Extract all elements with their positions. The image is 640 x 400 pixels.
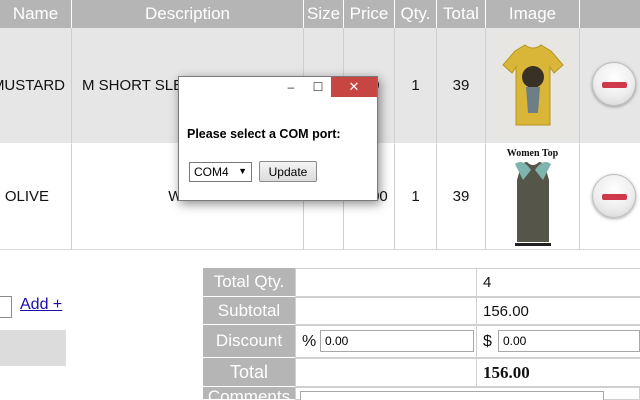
maximize-button[interactable]: ☐ bbox=[306, 78, 330, 96]
cell-qty: 1 bbox=[395, 144, 437, 250]
total-spacer bbox=[295, 358, 477, 387]
cell-qty: 1 bbox=[395, 28, 437, 144]
subtotal-value: 156.00 bbox=[476, 297, 640, 325]
product-image-mustard-tshirt bbox=[492, 32, 573, 139]
subtotal-label: Subtotal bbox=[203, 297, 295, 325]
cell-total: 39 bbox=[437, 144, 486, 250]
cell-image bbox=[486, 28, 580, 144]
header-price: Price bbox=[344, 0, 395, 28]
add-item-link[interactable]: Add + bbox=[20, 296, 62, 314]
remove-item-button[interactable] bbox=[592, 174, 636, 218]
add-quantity-input[interactable] bbox=[0, 296, 12, 318]
chevron-down-icon: ▼ bbox=[238, 166, 247, 176]
left-gray-panel bbox=[0, 330, 66, 366]
discount-label: Discount bbox=[203, 325, 295, 358]
total-value: 156.00 bbox=[476, 358, 640, 387]
total-qty-label: Total Qty. bbox=[203, 268, 295, 297]
product-image-olive-top: Women Top bbox=[492, 145, 573, 248]
com-port-selected-value: COM4 bbox=[194, 165, 229, 179]
total-qty-value: 4 bbox=[476, 268, 640, 297]
comments-input[interactable] bbox=[300, 391, 604, 400]
comments-label: Comments bbox=[203, 387, 295, 400]
cell-total: 39 bbox=[437, 28, 486, 144]
header-image: Image bbox=[486, 0, 580, 28]
total-qty-spacer bbox=[295, 268, 477, 297]
discount-dollar-input[interactable] bbox=[498, 330, 640, 352]
tshirt-icon bbox=[501, 43, 564, 125]
cell-image: Women Top bbox=[486, 144, 580, 250]
dollar-symbol: $ bbox=[483, 332, 492, 350]
com-port-select[interactable]: COM4 ▼ bbox=[189, 162, 252, 182]
image-caption: Women Top bbox=[506, 147, 559, 159]
header-description: Description bbox=[72, 0, 304, 28]
remove-item-button[interactable] bbox=[592, 62, 636, 106]
close-button[interactable]: ✕ bbox=[331, 77, 377, 97]
cell-name: OLIVE bbox=[0, 144, 72, 250]
header-actions bbox=[580, 0, 640, 28]
cell-remove bbox=[580, 144, 640, 250]
com-port-dialog: ‒ ☐ ✕ Please select a COM port: COM4 ▼ U… bbox=[178, 76, 378, 201]
header-name: Name bbox=[0, 0, 72, 28]
update-button[interactable]: Update bbox=[259, 161, 317, 182]
minimize-button[interactable]: ‒ bbox=[279, 78, 303, 96]
header-size: Size bbox=[304, 0, 344, 28]
subtotal-spacer bbox=[295, 297, 477, 325]
percent-symbol: % bbox=[302, 332, 317, 350]
discount-percent-input[interactable] bbox=[320, 330, 474, 352]
total-label: Total bbox=[203, 358, 295, 387]
cell-remove bbox=[580, 28, 640, 144]
header-total: Total bbox=[437, 0, 486, 28]
header-qty: Qty. bbox=[395, 0, 437, 28]
tank-top-icon bbox=[514, 161, 551, 246]
dialog-prompt: Please select a COM port: bbox=[187, 127, 341, 141]
cell-name: MUSTARD bbox=[0, 28, 72, 144]
